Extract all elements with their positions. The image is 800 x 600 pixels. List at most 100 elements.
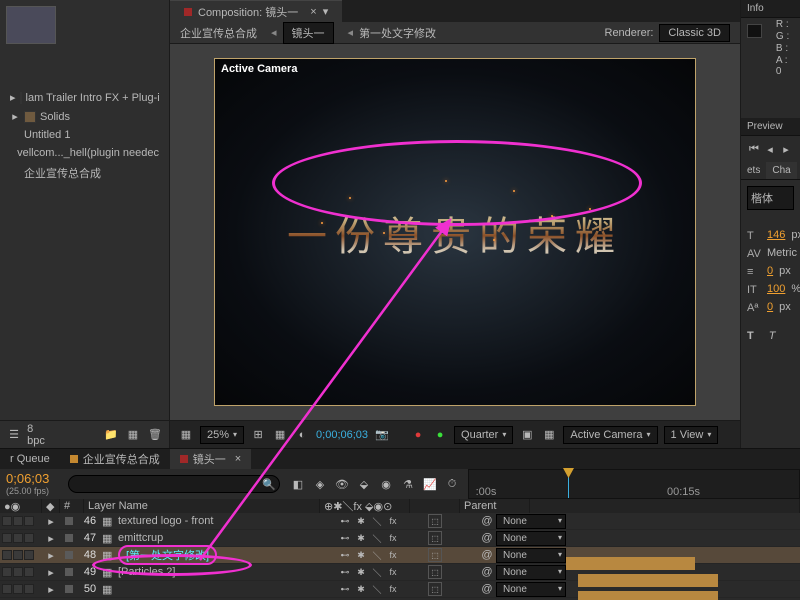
grid-icon[interactable]: ▦ [272,427,288,443]
audio-toggle[interactable] [13,567,23,577]
hide-shy-icon[interactable]: 👁 [334,476,350,492]
tab-character[interactable]: Cha [766,162,796,179]
video-toggle[interactable] [2,567,12,577]
breadcrumb-leaf[interactable]: 第一处文字修改 [359,25,436,41]
timeline-timecode[interactable]: 0;06;03 [6,471,56,486]
collapse-switch[interactable]: ✱ [354,532,368,544]
snapshot-icon[interactable]: 📷 [374,427,390,443]
layer-list[interactable]: ▸ 46 ▦ textured logo - front ⊷✱＼fx ⬚ @ N… [0,513,800,600]
motion-blur-icon[interactable]: ◉ [378,476,394,492]
3d-switch[interactable]: ⬚ [428,565,442,579]
disclosure-icon[interactable]: ▸ [48,549,54,562]
tab-close-icon[interactable]: × [310,6,316,18]
parent-dropdown[interactable]: None [496,514,566,529]
kerning-value[interactable]: Metric [767,247,797,259]
fx-switch[interactable]: fx [386,583,400,595]
renderer-button[interactable]: Classic 3D [659,24,730,42]
shy-switch[interactable]: ⊷ [338,583,352,595]
timeline-tab[interactable]: 企业宣传总合成 [60,449,170,469]
layer-row[interactable]: ▸ 48 ▦ [第一处文字修改] ⊷✱＼fx ⬚ @ None [0,547,800,564]
font-size-value[interactable]: 146 [767,229,785,241]
collapse-switch[interactable]: ✱ [354,566,368,578]
info-panel-header[interactable]: Info [741,0,800,18]
auto-keyframe-icon[interactable]: ⏱ [444,476,460,492]
preview-panel-header[interactable]: Preview [741,118,800,136]
shy-switch[interactable]: ⊷ [338,532,352,544]
layer-search-input[interactable] [68,475,280,493]
interpret-footage-icon[interactable]: ☰ [6,427,22,443]
3d-switch[interactable]: ⬚ [428,548,442,562]
audio-toggle[interactable] [13,550,23,560]
audio-toggle[interactable] [13,533,23,543]
parent-pickwhip-icon[interactable]: @ [481,566,492,578]
parent-pickwhip-icon[interactable]: @ [481,515,492,527]
new-folder-icon[interactable]: 📁 [103,427,119,443]
parent-dropdown[interactable]: None [496,565,566,580]
parent-dropdown[interactable]: None [496,548,566,563]
disclosure-icon[interactable]: ▸ [48,583,54,596]
solo-toggle[interactable] [24,584,34,594]
3d-switch[interactable]: ⬚ [428,582,442,596]
layer-duration-bar[interactable] [578,591,718,600]
prev-frame-icon[interactable]: ◂ [763,142,777,156]
label-color[interactable] [65,585,73,593]
views-dropdown[interactable]: 1 View [664,426,719,444]
graph-editor-icon[interactable]: 📈 [422,476,438,492]
vscale-value[interactable]: 100 [767,283,785,295]
comp-mini-flowchart-icon[interactable]: ◧ [290,476,306,492]
timeline-tab[interactable]: r Queue [0,449,60,469]
collapse-switch[interactable]: ✱ [354,583,368,595]
tab-presets[interactable]: ets [741,162,766,179]
disclosure-icon[interactable]: ▸ [10,110,20,123]
always-preview-icon[interactable]: ▦ [178,427,194,443]
audio-toggle[interactable] [13,516,23,526]
layer-name[interactable]: emittcrup [118,532,338,544]
layer-row[interactable]: ▸ 46 ▦ textured logo - front ⊷✱＼fx ⬚ @ N… [0,513,800,530]
green-channel-icon[interactable]: ● [432,427,448,443]
timeline-tab[interactable]: 镜头一× [170,449,251,469]
new-comp-icon[interactable]: ▦ [125,427,141,443]
video-toggle[interactable] [2,533,12,543]
solo-toggle[interactable] [24,516,34,526]
disclosure-icon[interactable]: ▸ [48,515,54,528]
composition-viewer[interactable]: Active Camera 一份尊贵的荣耀 [170,44,740,420]
layer-name[interactable]: [第一处文字修改] [118,545,338,565]
first-frame-icon[interactable]: ⏮ [747,142,761,156]
video-toggle[interactable] [2,550,12,560]
shy-switch[interactable]: ⊷ [338,549,352,561]
play-icon[interactable]: ▸ [779,142,793,156]
composition-tab[interactable]: Composition: 镜头一 × ▾ [170,0,342,22]
layer-duration-bar[interactable] [578,574,718,587]
layer-name[interactable]: [Particles 2] [118,566,338,578]
breadcrumb-current[interactable]: 镜头一 [283,22,334,44]
timeline-ruler[interactable]: :00s 00:15s [468,469,800,499]
label-color[interactable] [65,568,73,576]
transparency-icon[interactable]: ▦ [541,427,557,443]
collapse-switch[interactable]: ✱ [354,549,368,561]
tab-menu-icon[interactable]: ▾ [323,5,329,18]
disclosure-icon[interactable]: ▸ [48,532,54,545]
fx-switch[interactable]: fx [386,515,400,527]
roi-icon[interactable]: ▣ [519,427,535,443]
viewer-timecode[interactable]: 0;00;06;03 [316,429,368,441]
disclosure-icon[interactable]: ▸ [10,91,16,104]
collapse-switch[interactable]: ✱ [354,515,368,527]
font-family-dropdown[interactable]: 楷体 [747,186,794,210]
shy-switch[interactable]: ⊷ [338,515,352,527]
shy-switch[interactable]: ⊷ [338,566,352,578]
draft-3d-icon[interactable]: ◈ [312,476,328,492]
quality-switch[interactable]: ＼ [370,549,384,561]
video-toggle[interactable] [2,516,12,526]
label-color[interactable] [65,551,73,559]
quality-switch[interactable]: ＼ [370,566,384,578]
3d-switch[interactable]: ⬚ [428,514,442,528]
baseline-value[interactable]: 0 [767,301,773,313]
parent-pickwhip-icon[interactable]: @ [481,583,492,595]
parent-pickwhip-icon[interactable]: @ [481,532,492,544]
project-list[interactable]: ▸lam Trailer Intro FX + Plug-i▸SolidsUnt… [0,88,169,420]
quality-dropdown[interactable]: Quarter [454,426,513,444]
quality-switch[interactable]: ＼ [370,583,384,595]
3d-switch[interactable]: ⬚ [428,531,442,545]
video-toggle[interactable] [2,584,12,594]
parent-dropdown[interactable]: None [496,531,566,546]
